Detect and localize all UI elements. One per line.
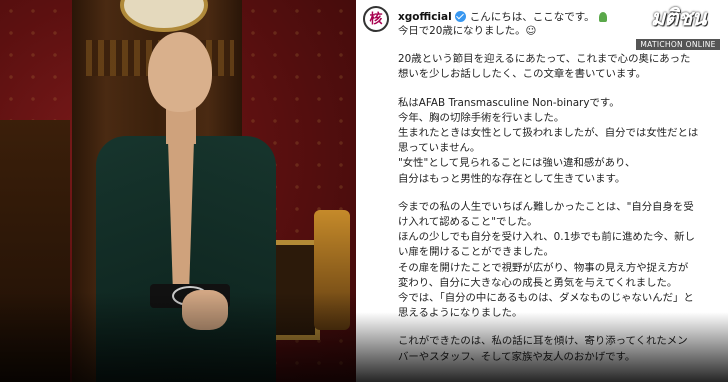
caption-line: 20歳という節目を迎えるにあたって、これまで心の奥にあった	[398, 53, 691, 66]
caption-line: 自分はもっと男性的な存在として生きています。	[398, 172, 626, 185]
caption-line: 私はAFAB Transmasculine Non-binaryです。	[398, 96, 620, 109]
caption-line: 思っていません。	[398, 142, 481, 155]
watermark-logo: มติชน	[650, 6, 707, 31]
caption-line: その扉を開けたことで視野が広がり、物事の見え方や捉え方が	[398, 261, 689, 274]
avatar-glyph: 核	[369, 11, 383, 27]
header-text: こんにちは、ここなです。	[469, 11, 595, 23]
caption-line: ほんの少しでも自分を受け入れ、0.1歩でも前に進めた今、新し	[398, 231, 695, 244]
photo-shadow	[0, 292, 356, 382]
username-link[interactable]: xgofficial	[398, 11, 452, 23]
profile-photo	[0, 0, 356, 382]
caption-line: "女性"として見られることには強い違和感があり、	[398, 157, 636, 170]
caption-fade	[356, 312, 728, 382]
verified-badge-icon	[454, 11, 466, 22]
caption-line: 今までの私の人生でいちばん難しかったことは、"自分自身を受	[398, 200, 694, 213]
seedling-emoji-icon	[598, 11, 607, 22]
caption-line: 今では、「自分の中にあるものは、ダメなものじゃないんだ」と	[398, 292, 694, 305]
person-head	[148, 32, 212, 112]
post-header: xgofficial こんにちは、ここなです。	[398, 9, 607, 24]
instagram-post: 核 xgofficial こんにちは、ここなです。 今日で20歳になりました。☺…	[356, 0, 728, 382]
caption-line: 想いを少しお話ししたく、この文章を書いています。	[398, 68, 647, 81]
caption-line: 生まれたときは女性として扱われましたが、自分では女性だとは	[398, 127, 699, 140]
user-avatar[interactable]: 核	[363, 6, 389, 32]
caption-line: 今年、胸の切除手術を行いました。	[398, 111, 565, 124]
matichon-watermark: มติชน MATICHON ONLINE	[636, 6, 720, 54]
caption-line: い扉を開けることができました。	[398, 246, 554, 259]
caption-line: 変わり、自分に大きな心の成長と勇気を与えてくれました。	[398, 276, 678, 289]
watermark-subtitle: MATICHON ONLINE	[636, 39, 720, 50]
caption-line: け入れて認めること"でした。	[398, 216, 538, 229]
